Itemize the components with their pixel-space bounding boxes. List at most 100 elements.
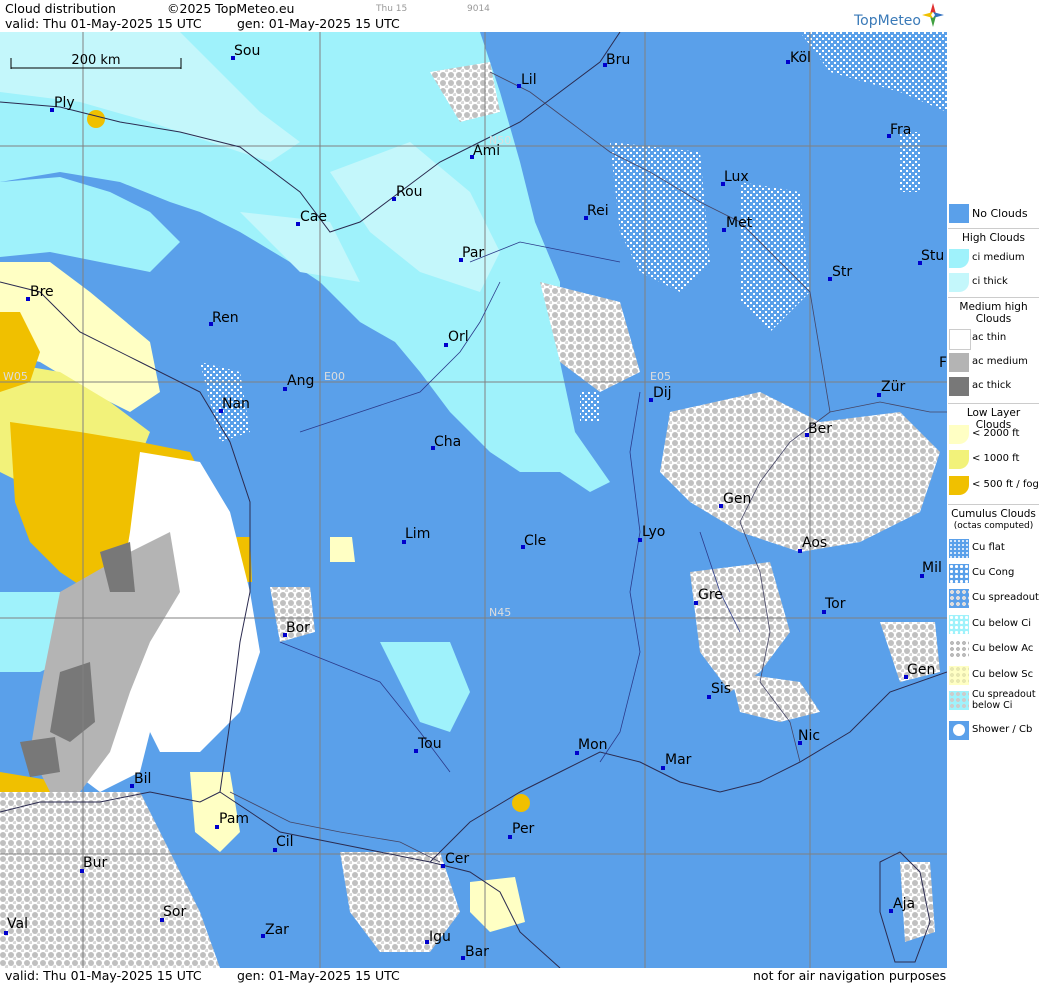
city-marker[interactable]: Ang [283, 373, 314, 391]
city-marker[interactable]: Lyo [638, 524, 665, 542]
city-marker[interactable]: Cer [441, 851, 469, 868]
legend-shower: Shower / Cb [948, 719, 1039, 741]
legend-cu-spreadout: Cu spreadout [948, 587, 1039, 609]
city-marker[interactable]: Bar [461, 944, 489, 960]
city-marker[interactable]: Cle [521, 533, 546, 549]
map-header: Cloud distribution ©2025 TopMeteo.eu val… [0, 0, 947, 32]
city-marker[interactable]: Bor [283, 620, 310, 637]
legend-swatch [949, 721, 969, 740]
city-marker[interactable]: Nic [798, 728, 820, 745]
city-marker[interactable]: Bil [130, 771, 151, 788]
svg-text:Mon: Mon [578, 737, 608, 753]
legend-cu-spreadout-below-ci: Cu spreadout below Ci [948, 689, 1039, 717]
city-marker[interactable]: Igu [425, 929, 451, 945]
svg-text:Cae: Cae [300, 209, 327, 225]
copyright: ©2025 TopMeteo.eu [167, 1, 295, 16]
footer-generated-time: gen: 01-May-2025 15 UTC [237, 968, 400, 983]
city-marker[interactable]: Mon [575, 737, 608, 755]
city-marker[interactable]: Nan [219, 396, 250, 413]
svg-text:Aos: Aos [802, 535, 827, 551]
svg-text:Zar: Zar [265, 922, 289, 938]
city-marker[interactable]: Bre [26, 284, 54, 301]
city-marker[interactable]: Mil [920, 560, 942, 578]
brand-compass-icon [922, 3, 944, 27]
legend-high-heading: High Clouds [948, 228, 1039, 244]
legend-ac-medium: ac medium [948, 351, 1039, 373]
legend-cu-below-ac: Cu below Ac [948, 638, 1039, 660]
generated-time: gen: 01-May-2025 15 UTC [237, 16, 400, 31]
svg-text:Met: Met [726, 215, 753, 231]
cloud-map[interactable]: 200 km W05 E00 E05 N50 N45 Sou Bru Köl P… [0, 32, 947, 968]
city-marker[interactable]: Bru [603, 52, 630, 68]
legend-swatch [949, 615, 969, 634]
city-marker[interactable]: Zar [261, 922, 289, 938]
city-marker[interactable]: Lim [402, 526, 430, 544]
legend-low-2000: < 2000 ft [948, 423, 1039, 445]
city-marker[interactable]: Fra [887, 122, 911, 138]
city-marker[interactable]: Köl [786, 50, 811, 66]
legend-ac-thin: ac thin [948, 327, 1039, 350]
svg-text:Ren: Ren [212, 310, 239, 326]
legend-ci-medium: ci medium [948, 247, 1039, 269]
city-marker[interactable]: Gre [694, 587, 723, 605]
svg-text:Ber: Ber [808, 421, 832, 437]
city-marker[interactable]: Pam [215, 811, 249, 829]
city-marker[interactable]: Rei [584, 203, 609, 220]
city-marker[interactable]: Sor [160, 904, 186, 922]
map-footer: valid: Thu 01-May-2025 15 UTC gen: 01-Ma… [0, 968, 947, 983]
city-marker[interactable]: Orl [444, 329, 469, 347]
svg-text:Par: Par [462, 245, 484, 261]
city-marker[interactable]: Lux [721, 169, 749, 186]
svg-text:F: F [939, 355, 947, 371]
legend-swatch [949, 666, 969, 685]
city-marker[interactable]: Dij [649, 385, 672, 402]
city-marker[interactable]: Cha [431, 434, 461, 450]
svg-text:Gen: Gen [723, 491, 751, 507]
svg-text:Rei: Rei [587, 203, 609, 219]
legend-swatch [949, 249, 969, 268]
svg-text:Tor: Tor [824, 596, 846, 612]
svg-text:Nan: Nan [222, 396, 250, 412]
city-marker[interactable]: Rou [392, 184, 423, 201]
legend-cu-cong: Cu Cong [948, 562, 1039, 584]
svg-text:Gre: Gre [698, 587, 723, 603]
city-marker[interactable]: Zür [877, 379, 905, 397]
city-marker[interactable]: Ber [805, 421, 832, 437]
legend-cu-below-sc: Cu below Sc [948, 664, 1039, 686]
city-marker[interactable]: F [939, 355, 947, 371]
city-marker[interactable]: Tor [822, 596, 846, 614]
city-marker[interactable]: Per [508, 821, 535, 839]
city-marker[interactable]: Met [722, 215, 753, 232]
city-marker[interactable]: Ami [470, 143, 500, 159]
city-marker[interactable]: Str [828, 264, 852, 281]
svg-text:Köl: Köl [790, 50, 811, 66]
city-marker[interactable]: Cae [296, 209, 327, 226]
city-marker[interactable]: Cil [273, 834, 294, 852]
brand-name: TopMeteo [854, 13, 921, 29]
legend-swatch [949, 329, 971, 350]
grid-label-w05: W05 [3, 370, 28, 383]
city-marker[interactable]: Sou [231, 43, 260, 60]
city-marker[interactable]: Ren [209, 310, 239, 326]
svg-text:Ami: Ami [473, 143, 500, 159]
city-marker[interactable]: Gen [904, 662, 935, 679]
legend-cumulus-heading: Cumulus Clouds (octas computed) [948, 504, 1039, 532]
footer-valid-time: valid: Thu 01-May-2025 15 UTC [5, 968, 202, 983]
city-marker[interactable]: Mar [661, 752, 692, 770]
legend-swatch [949, 353, 969, 372]
city-marker[interactable]: Gen [719, 491, 751, 508]
svg-text:Bor: Bor [286, 620, 310, 636]
city-marker[interactable]: Ply [50, 95, 75, 112]
svg-text:Lux: Lux [724, 169, 749, 185]
svg-text:Bil: Bil [134, 771, 151, 787]
map-title: Cloud distribution [5, 1, 116, 16]
legend-cu-flat: Cu flat [948, 537, 1039, 559]
city-marker[interactable]: Bur [80, 855, 107, 873]
city-marker[interactable]: Tou [414, 736, 442, 753]
city-marker[interactable]: Sis [707, 681, 731, 699]
city-marker[interactable]: Aja [889, 896, 915, 913]
city-marker[interactable]: Par [459, 245, 484, 262]
city-marker[interactable]: Aos [798, 535, 827, 553]
city-marker[interactable]: Stu [918, 248, 944, 265]
svg-text:Stu: Stu [921, 248, 944, 264]
